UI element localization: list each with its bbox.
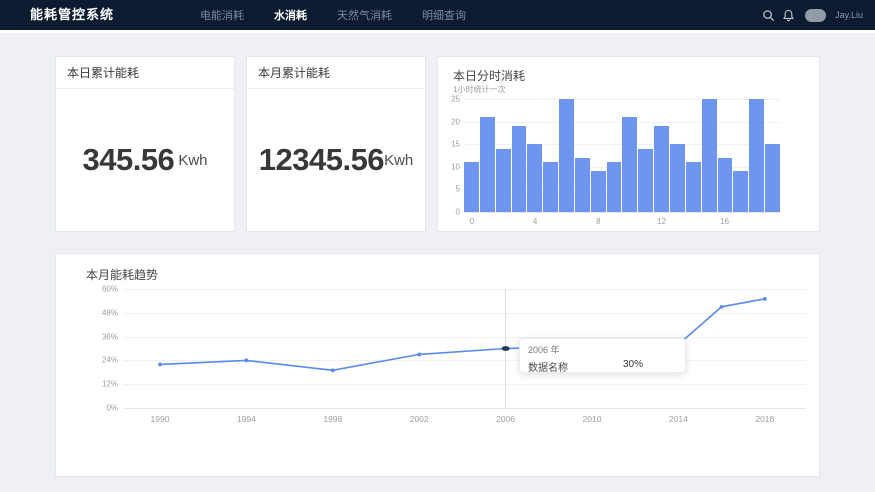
x-tick-label: 8	[596, 217, 600, 226]
month-card-value-wrap: 12345.56 Kwh	[247, 89, 425, 231]
bar[interactable]	[480, 117, 495, 212]
main-menu: 电能消耗 水消耗 天然气消耗 明细查询	[200, 0, 466, 30]
y-tick-label: 25	[438, 95, 460, 104]
x-tick-label: 0	[470, 217, 474, 226]
y-tick-label: 15	[438, 140, 460, 149]
chart-tooltip: 2006 年 数据名称 30%	[519, 338, 686, 373]
trend-line-plot[interactable]	[123, 289, 806, 408]
today-energy-value: 345.56	[82, 142, 174, 178]
bar[interactable]	[559, 99, 574, 212]
data-point[interactable]	[720, 305, 724, 309]
bar[interactable]	[464, 162, 479, 212]
bar[interactable]	[686, 162, 701, 212]
notification-bell-icon[interactable]	[782, 9, 795, 22]
x-tick-label: 1998	[323, 414, 342, 424]
navbar: 能耗管控系统 电能消耗 水消耗 天然气消耗 明细查询 Jay.Liu	[0, 0, 875, 30]
x-tick-label: 4	[533, 217, 537, 226]
month-card-title: 本月累计能耗	[247, 57, 425, 89]
bar[interactable]	[718, 158, 733, 212]
hourly-chart-title: 本日分时消耗	[453, 67, 525, 84]
bar[interactable]	[527, 144, 542, 212]
month-energy-card: 本月累计能耗 12345.56 Kwh	[246, 56, 426, 232]
y-tick-label: 0	[438, 208, 460, 217]
hourly-bar-plot[interactable]	[464, 99, 780, 212]
x-tick-label: 1990	[151, 414, 170, 424]
monthly-trend-card: 本月能耗趋势 0% 12% 24% 36% 48% 60% 1990 1994 1998 200…	[55, 253, 820, 477]
hourly-bars[interactable]	[464, 99, 780, 212]
bar[interactable]	[591, 171, 606, 212]
hourly-consumption-card: 本日分时消耗 1小时统计一次 25 20 15 10 5 0 0 4 8 12 16	[437, 56, 820, 232]
data-point[interactable]	[417, 353, 421, 357]
bar[interactable]	[765, 144, 780, 212]
nav-item-electric[interactable]: 电能消耗	[200, 7, 244, 23]
gridline	[464, 212, 780, 213]
user-avatar[interactable]	[805, 9, 826, 22]
x-tick-label: 2010	[583, 414, 602, 424]
bar[interactable]	[702, 99, 717, 212]
bar[interactable]	[749, 99, 764, 212]
y-tick-label: 48%	[84, 308, 118, 317]
y-tick-label: 5	[438, 185, 460, 194]
nav-item-detail[interactable]: 明细查询	[422, 7, 466, 23]
bar[interactable]	[607, 162, 622, 212]
search-icon[interactable]	[762, 9, 775, 22]
bar[interactable]	[638, 149, 653, 212]
x-tick-label: 2006	[496, 414, 515, 424]
bar[interactable]	[575, 158, 590, 212]
bar[interactable]	[512, 126, 527, 212]
tooltip-title: 2006 年	[528, 343, 677, 356]
y-tick-label: 20	[438, 117, 460, 126]
username[interactable]: Jay.Liu	[835, 10, 863, 20]
navbar-right: Jay.Liu	[762, 0, 863, 30]
bar[interactable]	[733, 171, 748, 212]
month-energy-value: 12345.56	[259, 142, 384, 178]
today-card-title: 本日累计能耗	[56, 57, 234, 89]
nav-item-gas[interactable]: 天然气消耗	[337, 7, 392, 23]
today-card-value-wrap: 345.56 Kwh	[56, 89, 234, 231]
x-tick-label: 16	[720, 217, 729, 226]
y-tick-label: 0%	[84, 404, 118, 413]
hourly-chart-subtitle: 1小时统计一次	[453, 84, 505, 95]
y-tick-label: 10	[438, 162, 460, 171]
trend-chart-title: 本月能耗趋势	[86, 266, 158, 283]
y-tick-label: 60%	[84, 285, 118, 294]
app-logo: 能耗管控系统	[30, 0, 114, 30]
gridline	[123, 408, 806, 409]
tooltip-series-name: 数据名称	[528, 359, 568, 374]
bar[interactable]	[654, 126, 669, 212]
y-tick-label: 36%	[84, 332, 118, 341]
x-tick-label: 2002	[410, 414, 429, 424]
navbar-divider	[0, 30, 875, 33]
y-tick-label: 12%	[84, 380, 118, 389]
bar[interactable]	[543, 162, 558, 212]
bar[interactable]	[670, 144, 685, 212]
tooltip-value: 30%	[623, 359, 643, 374]
data-point[interactable]	[245, 359, 249, 363]
x-tick-label: 2018	[755, 414, 774, 424]
nav-item-water[interactable]: 水消耗	[274, 7, 307, 23]
data-point[interactable]	[331, 368, 335, 372]
bar[interactable]	[496, 149, 511, 212]
tooltip-row: 数据名称 30%	[528, 359, 677, 374]
x-tick-label: 12	[657, 217, 666, 226]
x-tick-label: 1994	[237, 414, 256, 424]
x-tick-label: 2014	[669, 414, 688, 424]
today-energy-unit: Kwh	[178, 152, 207, 169]
highlighted-point[interactable]	[502, 346, 510, 351]
month-energy-unit: Kwh	[384, 152, 413, 169]
y-tick-label: 24%	[84, 356, 118, 365]
today-energy-card: 本日累计能耗 345.56 Kwh	[55, 56, 235, 232]
data-point[interactable]	[763, 297, 767, 301]
data-point[interactable]	[158, 362, 162, 366]
bar[interactable]	[622, 117, 637, 212]
